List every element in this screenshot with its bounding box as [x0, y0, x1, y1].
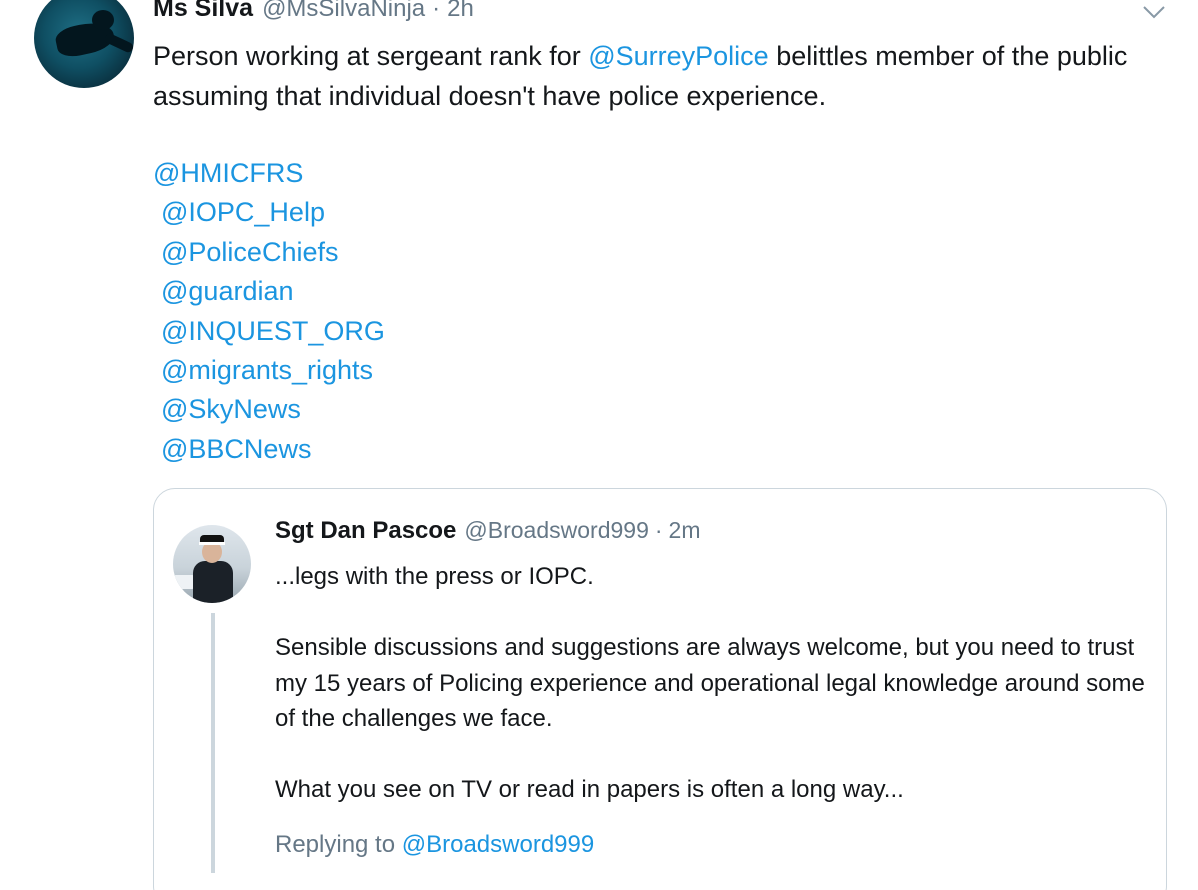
separator-dot: · [432, 0, 441, 22]
quoted-tweet-timestamp[interactable]: 2m [669, 517, 701, 544]
replying-to-link[interactable]: @Broadsword999 [402, 831, 594, 858]
tweet: Ms Silva @MsSilvaNinja · 2h Person worki… [0, 0, 1198, 890]
replying-label: Replying to [275, 831, 402, 858]
quoted-tweet-header: Sgt Dan Pascoe @Broadsword999 · 2m [275, 517, 700, 545]
tweet-header: Ms Silva @MsSilvaNinja · 2h [153, 0, 474, 30]
ninja-head [92, 10, 114, 30]
quoted-tweet-text: ...legs with the press or IOPC. Sensible… [275, 559, 1155, 808]
quoted-paragraph: What you see on TV or read in papers is … [275, 776, 904, 803]
mention-list: @HMICFRS @IOPC_Help @PoliceChiefs @guard… [153, 154, 385, 469]
mention-link[interactable]: @SkyNews [153, 390, 385, 429]
author-avatar[interactable] [34, 0, 134, 88]
replying-to: Replying to @Broadsword999 [275, 831, 594, 859]
quoted-author-handle[interactable]: @Broadsword999 [464, 517, 648, 544]
ninja-leg [103, 32, 134, 54]
car-shape [173, 575, 195, 589]
author-handle[interactable]: @MsSilvaNinja [262, 0, 425, 23]
mention-link[interactable]: @SurreyPolice [588, 41, 768, 71]
author-name[interactable]: Ms Silva [153, 0, 253, 23]
separator-dot: · [654, 517, 663, 543]
quoted-author-avatar[interactable] [173, 525, 251, 603]
mention-link[interactable]: @IOPC_Help [153, 193, 385, 232]
mention-link[interactable]: @HMICFRS [153, 154, 385, 193]
tweet-timestamp[interactable]: 2h [447, 0, 474, 23]
thread-line [211, 613, 215, 873]
mention-link[interactable]: @PoliceChiefs [153, 233, 385, 272]
tweet-text: Person working at sergeant rank for @Sur… [153, 36, 1153, 116]
quoted-paragraph: Sensible discussions and suggestions are… [275, 634, 1145, 732]
quoted-tweet-card[interactable]: Sgt Dan Pascoe @Broadsword999 · 2m ...le… [153, 488, 1167, 890]
officer-body [193, 561, 233, 603]
chevron-down-icon[interactable] [1142, 4, 1166, 20]
mention-link[interactable]: @INQUEST_ORG [153, 312, 385, 351]
quoted-paragraph: ...legs with the press or IOPC. [275, 563, 594, 590]
mention-link[interactable]: @guardian [153, 272, 385, 311]
mention-link[interactable]: @migrants_rights [153, 351, 385, 390]
mention-link[interactable]: @BBCNews [153, 430, 385, 469]
cap-band [199, 542, 225, 545]
tweet-text-before: Person working at sergeant rank for [153, 41, 589, 71]
quoted-author-name[interactable]: Sgt Dan Pascoe [275, 517, 456, 545]
